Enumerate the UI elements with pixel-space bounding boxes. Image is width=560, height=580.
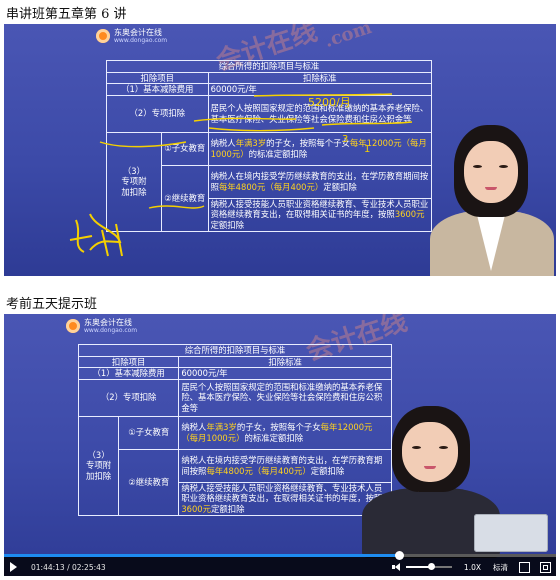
progress-fill	[4, 554, 399, 557]
volume-slider[interactable]	[405, 563, 452, 570]
presenter-face-2	[402, 422, 458, 482]
laptop	[474, 514, 548, 552]
presenter-face	[464, 141, 518, 203]
logo-icon-2	[66, 319, 80, 333]
additional-label-line3-2: 加扣除	[86, 470, 112, 481]
slide-background: 东奥会计在线 www.dongao.com 会计在线 .com 综合所得的扣除项…	[4, 24, 556, 276]
bottom-video-player[interactable]: 东奥会计在线 www.dongao.com 会计在线 综合所得的扣除项目与标准 …	[4, 314, 556, 576]
additional-deduction-label-2: （3） 专项附 加扣除	[77, 415, 120, 516]
volume-icon[interactable]	[391, 563, 402, 571]
table-title-2: 综合所得的扣除项目与标准	[78, 344, 392, 357]
logo-url-2: www.dongao.com	[84, 327, 138, 334]
continuing-education-label-2: ②继续教育	[118, 448, 180, 516]
volume-handle[interactable]	[428, 563, 436, 570]
presenter-video	[424, 119, 556, 276]
pip-icon[interactable]	[519, 561, 530, 573]
player-controls: 01:44:13 / 02:25:43 1.0X 标清	[4, 551, 556, 576]
quality-button[interactable]: 标清	[493, 562, 508, 573]
header-item-2: 扣除项目	[77, 355, 180, 368]
top-video-caption: 串讲班第五章第 6 讲	[6, 7, 127, 22]
slide-background-2: 东奥会计在线 www.dongao.com 会计在线 综合所得的扣除项目与标准 …	[4, 314, 556, 576]
basic-deduction-value-2: 60000元/年	[178, 367, 392, 380]
special-deduction-label-2: （2）专项扣除	[77, 378, 180, 417]
play-icon[interactable]	[10, 562, 17, 572]
ink-note-three: 3	[342, 134, 348, 145]
progress-bar[interactable]	[4, 551, 556, 560]
additional-label-line1-2: （3）	[87, 449, 110, 460]
basic-deduction-label-2: （1）基本减除费用	[77, 367, 180, 380]
deduction-table-2: 综合所得的扣除项目与标准 扣除项目 扣除标准 （1）基本减除费用 60000元/…	[77, 344, 392, 516]
speed-button[interactable]: 1.0X	[464, 563, 481, 572]
additional-label-line2-2: 专项附	[86, 460, 112, 471]
dongao-logo-2: 东奥会计在线 www.dongao.com	[66, 318, 137, 334]
logo-name-2: 东奥会计在线	[84, 318, 132, 327]
child-education-label-2: ①子女教育	[118, 415, 180, 450]
ink-note-one: 1	[364, 144, 370, 155]
playback-time: 01:44:13 / 02:25:43	[31, 562, 106, 572]
header-standard-2: 扣除标准	[178, 355, 392, 368]
bottom-video-caption: 考前五天提示班	[6, 297, 98, 312]
ink-note-monthly: 5200/月	[308, 96, 351, 109]
progress-handle[interactable]	[394, 551, 404, 560]
fullscreen-icon[interactable]	[540, 561, 551, 573]
top-video-frame[interactable]: 东奥会计在线 www.dongao.com 会计在线 .com 综合所得的扣除项…	[4, 24, 556, 276]
